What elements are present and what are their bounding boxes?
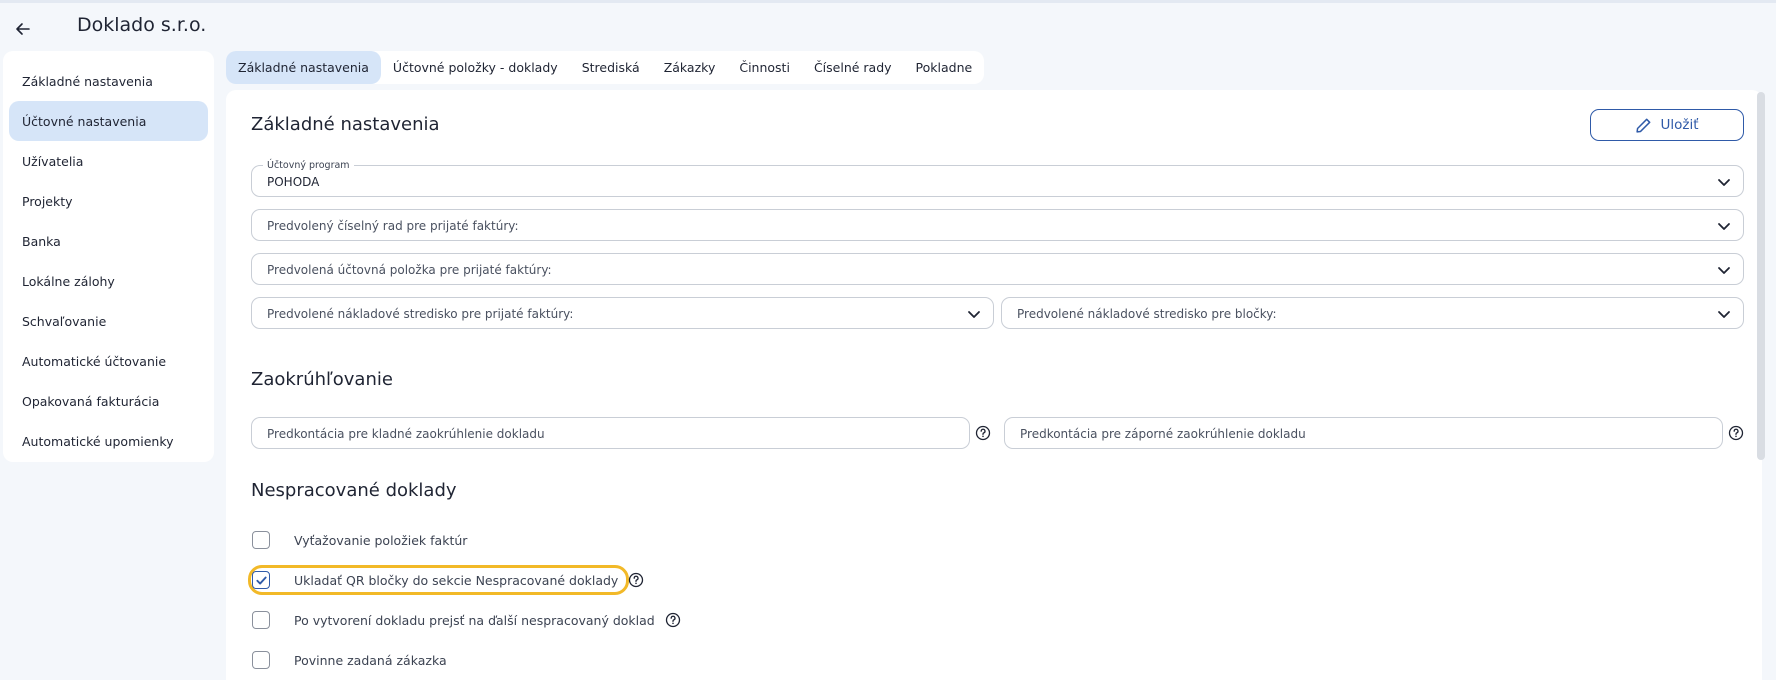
chevron-down-icon [968,311,980,318]
sidebar-item-banka[interactable]: Banka [9,221,208,261]
save-button[interactable]: Uložiť [1590,109,1744,141]
rounding-positive-input[interactable]: Predkontácia pre kladné zaokrúhlenie dok… [251,417,970,449]
save-button-label: Uložiť [1660,117,1699,133]
save-qr-receipts-label: Ukladať QR bločky do sekcie Nespracované… [294,572,619,588]
basic-settings-title: Základné nastavenia [251,114,440,135]
chevron-down-icon [1718,311,1730,318]
save-qr-receipts-checkbox[interactable] [252,571,270,589]
checkbox-row-save-qr-receipts: Ukladať QR bločky do sekcie Nespracované… [252,568,644,592]
sidebar-item-uctovne-nastavenia[interactable]: Účtovné nastavenia [9,101,208,141]
chevron-down-icon [1718,223,1730,230]
scrollbar[interactable] [1757,92,1765,460]
help-icon[interactable] [628,572,644,588]
checkbox-row-item-extraction: Vyťažovanie položiek faktúr [252,528,467,552]
item-extraction-label: Vyťažovanie položiek faktúr [294,532,468,548]
required-order-checkbox[interactable] [252,651,270,669]
page-title: Doklado s.r.o. [77,14,207,36]
help-icon[interactable] [665,612,681,628]
accounting-program-select[interactable]: Účtovný program POHODA [251,160,1744,197]
tab-ciselne-rady[interactable]: Číselné rady [802,51,904,84]
sidebar-item-projekty[interactable]: Projekty [9,181,208,221]
checkbox-row-next-unprocessed: Po vytvorení dokladu prejsť na ďalší nes… [252,608,681,632]
tab-uctovne-polozky-doklady[interactable]: Účtovné položky - doklady [381,51,570,84]
sidebar-item-zakladne-nastavenia[interactable]: Základné nastavenia [9,61,208,101]
help-icon[interactable] [1728,425,1744,441]
checkmark-icon [255,576,267,584]
next-unprocessed-label: Po vytvorení dokladu prejsť na ďalší nes… [294,612,655,628]
tab-zakazky[interactable]: Zákazky [652,51,728,84]
accounting-item-placeholder: Predvolená účtovná položka pre prijaté f… [267,263,552,277]
sidebar-item-automaticke-uctovanie[interactable]: Automatické účtovanie [9,341,208,381]
next-unprocessed-checkbox[interactable] [252,611,270,629]
cost-center-invoices-select[interactable]: Predvolené nákladové stredisko pre prija… [251,297,994,329]
cost-center-receipts-select[interactable]: Predvolené nákladové stredisko pre bločk… [1001,297,1744,329]
help-icon[interactable] [975,425,991,441]
pencil-icon [1636,118,1651,133]
item-extraction-checkbox[interactable] [252,531,270,549]
number-series-placeholder: Predvolený číselný rad pre prijaté faktú… [267,219,519,233]
back-button[interactable] [10,16,36,42]
sidebar: Základné nastavenia Účtovné nastavenia U… [3,51,214,462]
unprocessed-title: Nespracované doklady [251,480,457,501]
rounding-negative-placeholder: Predkontácia pre záporné zaokrúhlenie do… [1020,427,1306,441]
arrow-left-icon [16,23,30,35]
tab-pokladne[interactable]: Pokladne [904,51,985,84]
accounting-program-value: POHODA [267,175,320,189]
number-series-select[interactable]: Predvolený číselný rad pre prijaté faktú… [251,209,1744,241]
sidebar-item-uzivatelia[interactable]: Užívatelia [9,141,208,181]
cost-center-receipts-placeholder: Predvolené nákladové stredisko pre bločk… [1017,307,1277,321]
rounding-positive-placeholder: Predkontácia pre kladné zaokrúhlenie dok… [267,427,545,441]
sidebar-item-lokalne-zalohy[interactable]: Lokálne zálohy [9,261,208,301]
checkbox-row-required-order: Povinne zadaná zákazka [252,648,447,672]
rounding-negative-input[interactable]: Predkontácia pre záporné zaokrúhlenie do… [1004,417,1723,449]
top-strip [0,0,1776,3]
sidebar-item-automaticke-upomienky[interactable]: Automatické upomienky [9,421,208,461]
chevron-down-icon [1718,267,1730,274]
tab-bar: Základné nastavenia Účtovné položky - do… [226,51,985,84]
tab-zakladne-nastavenia[interactable]: Základné nastavenia [226,51,381,84]
sidebar-item-schvalovanie[interactable]: Schvaľovanie [9,301,208,341]
tab-cinnosti[interactable]: Činnosti [727,51,802,84]
rounding-title: Zaokrúhľovanie [251,369,393,390]
accounting-program-label: Účtovný program [263,160,354,171]
accounting-item-select[interactable]: Predvolená účtovná položka pre prijaté f… [251,253,1744,285]
chevron-down-icon [1718,179,1730,186]
tab-strediska[interactable]: Strediská [570,51,652,84]
required-order-label: Povinne zadaná zákazka [294,652,447,668]
cost-center-invoices-placeholder: Predvolené nákladové stredisko pre prija… [267,307,574,321]
sidebar-item-opakovana-fakturacia[interactable]: Opakovaná fakturácia [9,381,208,421]
